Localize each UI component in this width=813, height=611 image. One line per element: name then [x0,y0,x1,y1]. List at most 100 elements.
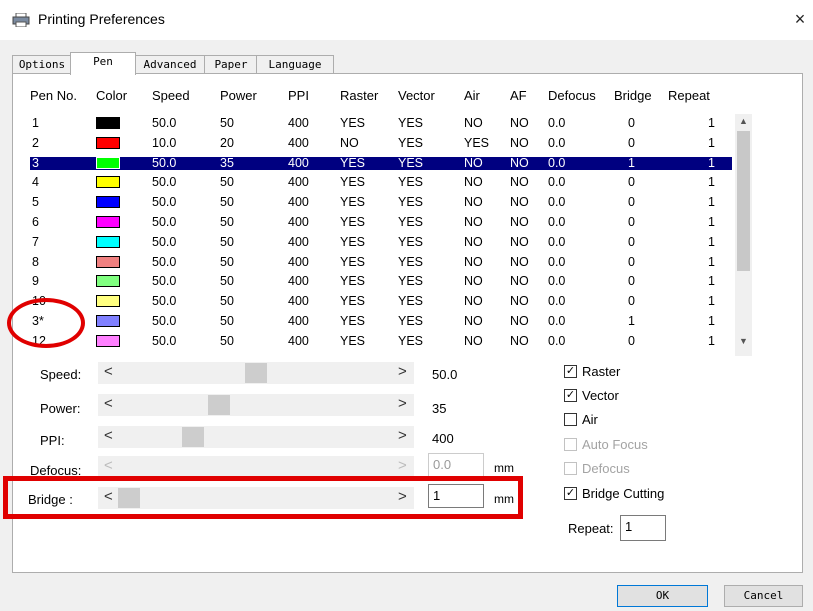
bridge-slider-thumb[interactable] [118,488,140,508]
cell-raster: YES [340,116,366,130]
cell-air: YES [464,136,490,150]
raster-checkbox[interactable]: ✓ [564,365,577,378]
cell-raster: YES [340,255,366,269]
tab-language[interactable]: Language [256,55,334,74]
pen-row[interactable]: 3* 50.0 50 400 YES YES NO NO 0.0 1 1 [30,315,732,328]
pen-table-header: Pen No. Color Speed Power PPI Raster Vector Air… [30,88,720,108]
cell-pen: 5 [32,195,39,209]
cell-af: NO [510,195,529,209]
air-checkbox[interactable] [564,413,577,426]
cell-speed: 50.0 [152,294,177,308]
column-header: Bridge [614,88,652,103]
scroll-up-icon[interactable]: ▲ [735,116,752,130]
ok-button[interactable]: OK [617,585,708,607]
slider-right-icon[interactable]: > [398,363,407,380]
defocus-checkbox [564,462,577,475]
slider-left-icon[interactable]: < [104,395,113,412]
power-value: 35 [432,401,447,416]
cell-speed: 10.0 [152,136,177,150]
bridge-input[interactable]: 1 [428,484,484,508]
cell-defocus: 0.0 [548,334,566,348]
pen-list[interactable]: 1 50.0 50 400 YES YES NO NO 0.0 0 1 2 10.0 20 400 NO YES… [30,114,752,356]
cell-pen: 9 [32,274,39,288]
cell-speed: 50.0 [152,116,177,130]
column-header: Power [220,88,257,103]
defocus-label: Defocus [582,461,630,476]
pen-row[interactable]: 5 50.0 50 400 YES YES NO NO 0.0 0 1 [30,196,732,209]
slider-left-icon[interactable]: < [104,488,113,505]
cell-repeat: 1 [708,294,715,308]
auto-focus-label: Auto Focus [582,437,648,452]
column-header: Pen No. [30,88,77,103]
cell-power: 35 [220,156,234,170]
ppi-slider-thumb[interactable] [182,427,204,447]
cell-repeat: 1 [708,116,715,130]
cell-af: NO [510,235,529,249]
slider-right-icon: > [398,457,407,474]
cell-air: NO [464,274,483,288]
cell-ppi: 400 [288,294,309,308]
cell-ppi: 400 [288,215,309,229]
cell-af: NO [510,175,529,189]
power-slider-thumb[interactable] [208,395,230,415]
cell-speed: 50.0 [152,175,177,189]
color-swatch [96,236,120,248]
pen-row[interactable]: 3 50.0 35 400 YES YES NO NO 0.0 1 1 [30,157,732,170]
cell-power: 20 [220,136,234,150]
cell-vector: YES [398,156,424,170]
cell-vector: YES [398,274,424,288]
color-swatch [96,275,120,287]
cell-raster: YES [340,195,366,209]
slider-left-icon[interactable]: < [104,363,113,380]
slider-right-icon[interactable]: > [398,488,407,505]
cell-vector: YES [398,195,424,209]
tab-pen[interactable]: Pen [70,52,136,75]
bridge-cutting-label: Bridge Cutting [582,486,665,501]
slider-left-icon[interactable]: < [104,427,113,444]
pen-row[interactable]: 12 50.0 50 400 YES YES NO NO 0.0 0 1 [30,335,732,348]
scroll-down-icon[interactable]: ▼ [735,336,752,350]
cell-pen: 12 [32,334,46,348]
cell-raster: YES [340,334,366,348]
pen-row[interactable]: 10 50.0 50 400 YES YES NO NO 0.0 0 1 [30,295,732,308]
cell-raster: YES [340,314,366,328]
cell-vector: YES [398,255,424,269]
pen-row[interactable]: 4 50.0 50 400 YES YES NO NO 0.0 0 1 [30,176,732,189]
pen-row[interactable]: 6 50.0 50 400 YES YES NO NO 0.0 0 1 [30,216,732,229]
pen-row[interactable]: 7 50.0 50 400 YES YES NO NO 0.0 0 1 [30,236,732,249]
cell-speed: 50.0 [152,156,177,170]
cancel-button[interactable]: Cancel [724,585,803,607]
slider-right-icon[interactable]: > [398,427,407,444]
auto-focus-checkbox [564,438,577,451]
pen-row[interactable]: 8 50.0 50 400 YES YES NO NO 0.0 0 1 [30,256,732,269]
tab-options[interactable]: Options [12,55,72,74]
slider-right-icon[interactable]: > [398,395,407,412]
cell-af: NO [510,255,529,269]
bridge-slider[interactable]: < > [98,487,414,509]
cell-vector: YES [398,136,424,150]
cell-vector: YES [398,116,424,130]
tab-paper[interactable]: Paper [204,55,258,74]
cell-defocus: 0.0 [548,215,566,229]
repeat-input[interactable]: 1 [620,515,666,541]
cell-pen: 2 [32,136,39,150]
speed-slider-thumb[interactable] [245,363,267,383]
pen-row[interactable]: 1 50.0 50 400 YES YES NO NO 0.0 0 1 [30,117,732,130]
cell-ppi: 400 [288,195,309,209]
pen-row[interactable]: 9 50.0 50 400 YES YES NO NO 0.0 0 1 [30,275,732,288]
tab-advanced[interactable]: Advanced [134,55,206,74]
bridge-cutting-checkbox[interactable]: ✓ [564,487,577,500]
defocus-input: 0.0 [428,453,484,477]
column-header: AF [510,88,527,103]
cell-raster: YES [340,215,366,229]
cell-repeat: 1 [708,136,715,150]
pen-row[interactable]: 2 10.0 20 400 NO YES YES NO 0.0 0 1 [30,137,732,150]
vector-checkbox[interactable]: ✓ [564,389,577,402]
bridge-unit: mm [494,492,514,506]
defocus-label: Defocus: [30,463,82,478]
scrollbar-thumb[interactable] [737,131,750,271]
speed-slider[interactable]: < > [98,362,414,384]
ppi-slider[interactable]: < > [98,426,414,448]
power-slider[interactable]: < > [98,394,414,416]
close-icon[interactable]: × [790,9,810,29]
